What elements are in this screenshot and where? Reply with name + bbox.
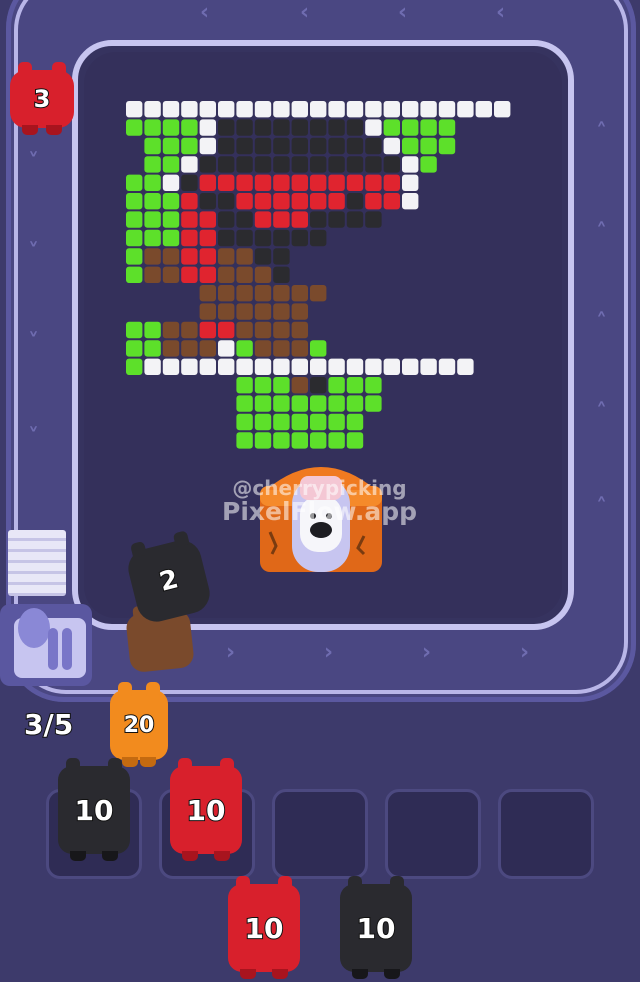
belt-arrow-right-icon: › bbox=[226, 640, 236, 665]
belt-pig: 3 bbox=[10, 62, 74, 135]
belt-arrow-up-icon: ˄ bbox=[596, 220, 607, 245]
slot-5[interactable] bbox=[498, 789, 594, 879]
watermark-handle: @cherrypicking bbox=[232, 476, 407, 500]
belt-arrow-left-icon: ‹ bbox=[200, 0, 210, 25]
belt-arrow-right-icon: › bbox=[324, 640, 334, 665]
belt-arrow-down-icon: ˅ bbox=[28, 330, 39, 355]
belt-arrow-left-icon: ‹ bbox=[398, 0, 408, 25]
watermark: @cherrypicking PixelFlow.app bbox=[222, 478, 417, 525]
slot-3[interactable] bbox=[272, 789, 368, 879]
belt-arrow-up-icon: ˄ bbox=[596, 400, 607, 425]
slot-4[interactable] bbox=[385, 789, 481, 879]
game-board: ‹ ‹ ‹ ‹ ˅ ˅ ˅ ˅ ˄ ˄ ˄ ˄ ˄ › › › › @cherr… bbox=[0, 0, 640, 982]
belt-arrow-right-icon: › bbox=[520, 640, 530, 665]
lift-stairs bbox=[8, 530, 66, 596]
queue-counter: 3/5 bbox=[23, 707, 74, 742]
belt-arrow-up-icon: ˄ bbox=[596, 495, 607, 520]
belt-arrow-down-icon: ˅ bbox=[28, 425, 39, 450]
watermark-site: PixelFlow.app bbox=[222, 497, 418, 526]
slot-pig-black[interactable]: 10 bbox=[58, 758, 130, 861]
bottom-pig-red-count: 10 bbox=[244, 911, 285, 946]
belt-arrow-up-icon: ˄ bbox=[596, 310, 607, 335]
bottom-pig-black[interactable]: 10 bbox=[340, 876, 412, 979]
belt-arrow-left-icon: ‹ bbox=[300, 0, 310, 25]
slot-pig-red-count: 10 bbox=[186, 793, 227, 828]
next-pig[interactable]: 20 bbox=[110, 682, 168, 767]
launcher-dock bbox=[0, 604, 92, 686]
belt-arrow-right-icon: › bbox=[422, 640, 432, 665]
bottom-pig-black-count: 10 bbox=[356, 911, 397, 946]
slot-pig-red[interactable]: 10 bbox=[170, 758, 242, 861]
belt-arrow-down-icon: ˅ bbox=[28, 240, 39, 265]
belt-arrow-left-icon: ‹ bbox=[496, 0, 506, 25]
belt-arrow-up-icon: ˄ bbox=[596, 120, 607, 145]
bottom-pig-red[interactable]: 10 bbox=[228, 876, 300, 979]
belt-arrow-down-icon: ˅ bbox=[28, 150, 39, 175]
belt-pig-count: 3 bbox=[33, 84, 52, 114]
slot-pig-black-count: 10 bbox=[74, 793, 115, 828]
next-pig-count: 20 bbox=[123, 712, 156, 739]
